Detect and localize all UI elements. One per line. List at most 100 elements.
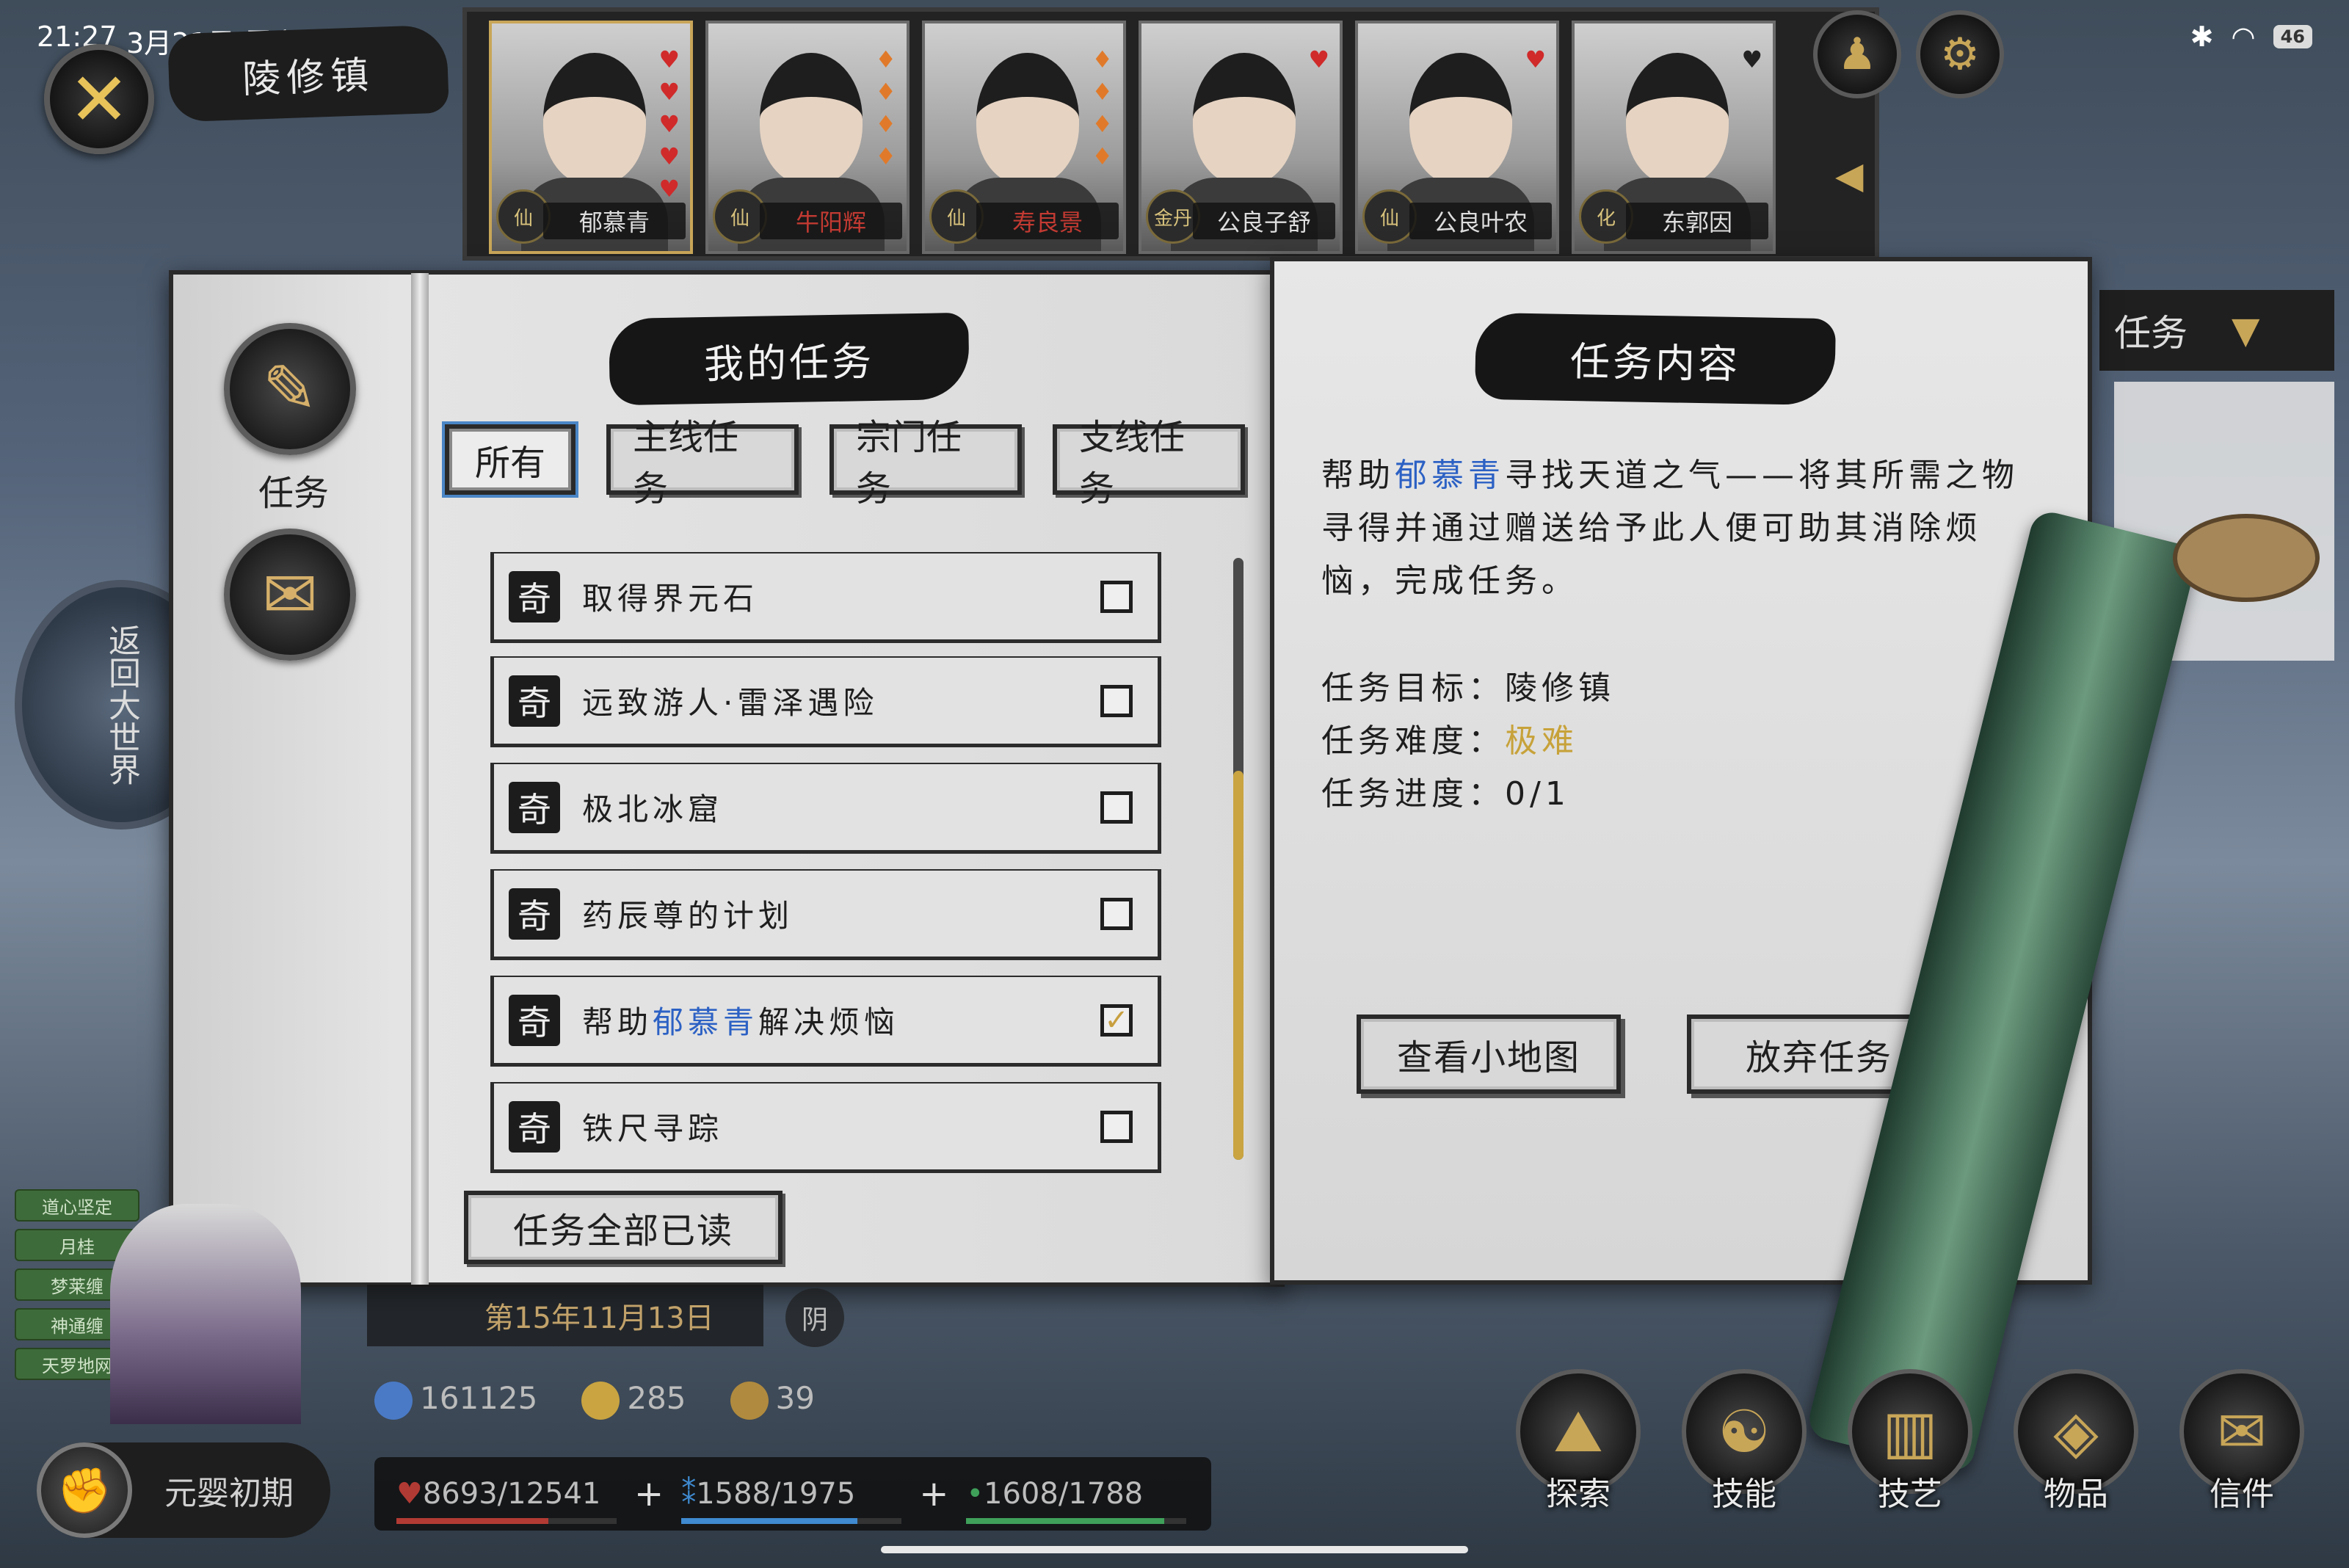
buff-tag[interactable]: 道心坚定 bbox=[15, 1189, 139, 1222]
view-minimap-button[interactable]: 查看小地图 bbox=[1357, 1015, 1621, 1094]
difficulty-value: 极难 bbox=[1505, 722, 1578, 760]
character-portrait bbox=[543, 53, 646, 185]
favor-hearts-icon: ♥ bbox=[1741, 46, 1762, 73]
quest-type-badge: 奇 bbox=[509, 675, 560, 727]
stamina-stat: •1608/1788 bbox=[966, 1477, 1187, 1524]
quest-track-checkbox[interactable] bbox=[1100, 684, 1133, 717]
letters-label: 信件 bbox=[2210, 1476, 2274, 1513]
character-card[interactable]: ♥ ♥ ♥ ♥ ♥ 仙 郁慕青 bbox=[489, 21, 693, 254]
letters-button[interactable]: ✉ 信件 bbox=[2176, 1369, 2308, 1513]
realm-seal: 仙 bbox=[929, 189, 984, 244]
items-button[interactable]: ◈ 物品 bbox=[2010, 1369, 2142, 1513]
favor-hearts-icon: ♥ ♥ ♥ ♥ ♥ bbox=[658, 46, 680, 203]
realm-seal: 仙 bbox=[713, 189, 767, 244]
quest-name: 药辰尊的计划 bbox=[582, 898, 794, 934]
quest-target-row: 任务目标：陵修镇 bbox=[1321, 662, 1615, 715]
quest-type-badge: 奇 bbox=[509, 570, 560, 623]
player-portrait[interactable] bbox=[110, 1204, 301, 1424]
location-banner: 陵修镇 bbox=[167, 24, 449, 123]
quest-item[interactable]: 奇 取得界元石 bbox=[490, 552, 1161, 643]
mana-icon: ⁑ bbox=[681, 1477, 697, 1511]
quest-item[interactable]: 奇 铁尺寻踪 bbox=[490, 1082, 1161, 1173]
character-name: 东郭因 bbox=[1626, 203, 1768, 239]
character-card[interactable]: ♦ ♦ ♦ ♦ 仙 寿良景 bbox=[922, 21, 1126, 254]
strip-collapse-arrow-icon[interactable]: ◀ bbox=[1835, 154, 1865, 198]
quest-name: 铁尺寻踪 bbox=[582, 1111, 724, 1147]
tracked-quest-tab[interactable]: 任务 ▼ bbox=[2099, 290, 2334, 371]
battery-indicator: 46 bbox=[2273, 25, 2312, 48]
favor-hearts-icon: ♥ bbox=[1308, 46, 1329, 73]
quest-track-checkbox[interactable] bbox=[1100, 897, 1133, 930]
character-name: 公良叶农 bbox=[1409, 203, 1552, 239]
mark-all-read-button[interactable]: 任务全部已读 bbox=[464, 1191, 783, 1264]
quest-type-badge: 奇 bbox=[509, 888, 560, 940]
team-button[interactable]: ♟ bbox=[1813, 10, 1901, 98]
tab-sect-quests[interactable]: 宗门任务 bbox=[829, 417, 1022, 509]
settings-button[interactable]: ⚙ bbox=[1916, 10, 2004, 98]
quest-track-checkbox[interactable] bbox=[1100, 791, 1133, 824]
add-mp-button[interactable]: + bbox=[919, 1473, 948, 1514]
quest-item[interactable]: 奇 远致游人·雷泽遇险 bbox=[490, 656, 1161, 747]
tab-main-quests[interactable]: 主线任务 bbox=[606, 417, 799, 509]
character-name: 公良子舒 bbox=[1193, 203, 1335, 239]
quest-tab-button[interactable]: ✎ bbox=[224, 323, 356, 455]
character-strip: ♥ ♥ ♥ ♥ ♥ 仙 郁慕青 ♦ ♦ ♦ ♦ 仙 牛阳辉 ♦ ♦ ♦ ♦ 仙 寿良景 ♥ 金丹 公… bbox=[462, 7, 1879, 261]
heart-icon: ♥ bbox=[396, 1477, 423, 1511]
character-card[interactable]: ♥ 化 东郭因 bbox=[1572, 21, 1776, 254]
realm-seal: 仙 bbox=[1362, 189, 1417, 244]
gear-icon: ⚙ bbox=[1940, 29, 1980, 80]
letters-tab-button[interactable]: ✉ bbox=[224, 529, 356, 661]
realm-seal: 仙 bbox=[496, 189, 551, 244]
realm-seal: 金丹 bbox=[1146, 189, 1200, 244]
quest-item[interactable]: 奇 极北冰窟 bbox=[490, 763, 1161, 854]
character-card[interactable]: ♥ 仙 公良叶农 bbox=[1355, 21, 1559, 254]
character-name: 牛阳辉 bbox=[760, 203, 902, 239]
mp-stat: ⁑1588/1975 bbox=[681, 1477, 902, 1524]
home-indicator[interactable] bbox=[881, 1546, 1468, 1553]
favor-hearts-icon: ♥ bbox=[1525, 46, 1546, 73]
quest-item[interactable]: 奇 药辰尊的计划 bbox=[490, 869, 1161, 960]
close-button[interactable]: ✕ bbox=[44, 44, 154, 154]
chevron-down-icon: ▼ bbox=[2232, 309, 2260, 352]
explore-button[interactable]: ⛰ 探索 bbox=[1512, 1369, 1644, 1513]
quest-track-checkbox[interactable] bbox=[1100, 1110, 1133, 1143]
crafts-button[interactable]: ▥ 技艺 bbox=[1844, 1369, 1976, 1513]
coin-count: 285 bbox=[581, 1380, 686, 1420]
skills-label: 技能 bbox=[1712, 1476, 1776, 1513]
tab-side-quests[interactable]: 支线任务 bbox=[1053, 417, 1245, 509]
add-hp-button[interactable]: + bbox=[634, 1473, 664, 1514]
quest-type-badge: 奇 bbox=[509, 994, 560, 1046]
quest-track-checkbox[interactable] bbox=[1100, 580, 1133, 613]
character-card[interactable]: ♦ ♦ ♦ ♦ 仙 牛阳辉 bbox=[705, 21, 910, 254]
book-spine bbox=[411, 273, 429, 1285]
quest-track-checkbox-checked[interactable]: ✓ bbox=[1100, 1003, 1133, 1037]
quest-name-part: 解决烦恼 bbox=[758, 1004, 900, 1040]
quest-tab-label: 任务 bbox=[258, 473, 329, 514]
tab-all[interactable]: 所有 bbox=[445, 424, 576, 495]
hp-bar-fill bbox=[396, 1518, 548, 1524]
stamina-icon: • bbox=[966, 1477, 984, 1511]
quest-name: 极北冰窟 bbox=[582, 791, 724, 827]
character-portrait bbox=[1626, 53, 1729, 185]
quest-npc-name: 郁慕青 bbox=[653, 1004, 759, 1040]
close-icon: ✕ bbox=[68, 56, 130, 142]
quest-item-selected[interactable]: 奇 帮助郁慕青解决烦恼 ✓ bbox=[490, 976, 1161, 1067]
game-date: 第15年11月13日 bbox=[367, 1285, 763, 1346]
skills-button[interactable]: ☯ 技能 bbox=[1678, 1369, 1810, 1513]
character-portrait bbox=[1409, 53, 1512, 185]
stamina-bar bbox=[966, 1518, 1187, 1524]
target-label: 任务目标： bbox=[1321, 669, 1505, 707]
target-value: 陵修镇 bbox=[1505, 669, 1615, 707]
stamina-bar-fill bbox=[966, 1518, 1165, 1524]
mp-value: 1588/1975 bbox=[696, 1477, 856, 1511]
progress-label: 任务进度： bbox=[1321, 775, 1505, 813]
quest-name-part: 帮助 bbox=[582, 1004, 653, 1040]
checkmark-icon: ✓ bbox=[1104, 1003, 1129, 1037]
hp-value: 8693/12541 bbox=[422, 1477, 601, 1511]
desc-part: 帮助 bbox=[1321, 457, 1395, 494]
weather-badge: 阴 bbox=[785, 1288, 844, 1347]
favor-hearts-icon: ♦ ♦ ♦ ♦ bbox=[1092, 46, 1113, 170]
scrollbar-thumb[interactable] bbox=[1233, 771, 1244, 1160]
character-card[interactable]: ♥ 金丹 公良子舒 bbox=[1139, 21, 1343, 254]
currency-row: 161125 285 39 bbox=[366, 1373, 815, 1428]
